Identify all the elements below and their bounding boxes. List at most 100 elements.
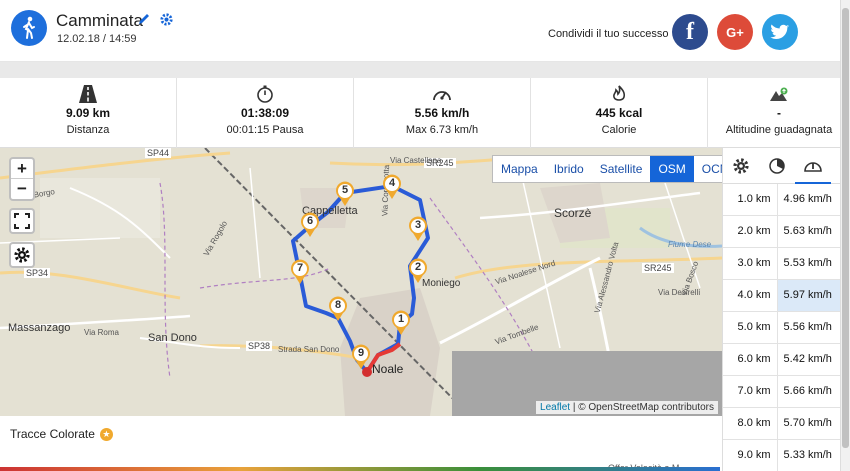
layer-ibrido[interactable]: Ibrido	[546, 156, 592, 182]
km-marker-5[interactable]: 5	[334, 181, 356, 212]
twitter-share-button[interactable]	[762, 14, 798, 50]
marker-number: 6	[306, 215, 314, 227]
split-speed: 5.70 km/h	[776, 408, 840, 439]
marker-number: 8	[334, 299, 342, 311]
split-km: 6.0 km	[737, 353, 771, 365]
split-speed: 5.63 km/h	[776, 216, 840, 247]
layer-ocm[interactable]: OCM	[694, 156, 722, 182]
activity-date: 12.02.18 / 14:59	[57, 33, 137, 45]
split-km: 1.0 km	[737, 193, 771, 205]
km-marker-3[interactable]: 3	[407, 216, 429, 247]
splits-tabs	[723, 148, 840, 184]
km-marker-2[interactable]: 2	[407, 258, 429, 289]
table-row: 8.0 km 5.70 km/h	[723, 408, 840, 440]
tab-speed[interactable]	[795, 148, 831, 184]
table-row: 1.0 km 4.96 km/h	[723, 184, 840, 216]
place-label: SP34	[24, 268, 51, 278]
km-marker-7[interactable]: 7	[289, 259, 311, 290]
km-marker-9[interactable]: 9	[350, 344, 372, 375]
scrollbar-thumb[interactable]	[842, 8, 849, 448]
stat-value: 5.56 km/h	[414, 106, 470, 120]
km-marker-8[interactable]: 8	[327, 296, 349, 327]
map-settings-button[interactable]	[9, 242, 35, 268]
stat-value: 445 kcal	[595, 106, 643, 120]
table-row: 2.0 km 5.63 km/h	[723, 216, 840, 248]
layer-mappa[interactable]: Mappa	[493, 156, 546, 182]
gear-icon	[733, 158, 749, 174]
table-row: 6.0 km 5.42 km/h	[723, 344, 840, 376]
marker-number: 3	[414, 219, 422, 231]
split-km: 5.0 km	[737, 321, 771, 333]
speedometer-icon	[433, 91, 451, 101]
split-speed: 5.66 km/h	[776, 376, 840, 407]
stat-label: Altitudine guadagnata	[725, 124, 833, 136]
marker-number: 4	[388, 177, 396, 189]
fullscreen-icon	[14, 213, 30, 229]
road-icon	[79, 85, 97, 103]
place-label: Via Castellana	[390, 156, 442, 165]
km-marker-1[interactable]: 1	[390, 310, 412, 341]
marker-number: 9	[357, 347, 365, 359]
speed-color-bar	[0, 467, 720, 471]
split-km: 7.0 km	[737, 385, 771, 397]
stopwatch-icon	[257, 85, 273, 103]
table-row: 5.0 km 5.56 km/h	[723, 312, 840, 344]
stat-duration: 01:38:09 00:01:15 Pausa	[177, 78, 354, 148]
split-km: 3.0 km	[737, 257, 771, 269]
place-label: SP38	[246, 341, 273, 351]
gear-icon	[14, 247, 30, 263]
gear-icon[interactable]	[159, 12, 174, 27]
split-speed: 5.97 km/h	[776, 280, 840, 311]
table-row: 9.0 km 5.33 km/h	[723, 440, 840, 471]
split-km: 4.0 km	[737, 289, 771, 301]
stat-label: Calorie	[601, 124, 637, 136]
pencil-icon[interactable]	[137, 12, 151, 26]
split-speed: 5.42 km/h	[776, 344, 840, 375]
stat-calories: 445 kcal Calorie	[531, 78, 708, 148]
layer-osm[interactable]: OSM	[650, 156, 694, 182]
split-km: 8.0 km	[737, 417, 771, 429]
marker-number: 7	[296, 262, 304, 274]
speedometer-icon	[804, 162, 822, 172]
page-scrollbar[interactable]	[840, 0, 850, 471]
km-marker-6[interactable]: 6	[299, 212, 321, 243]
activity-title: Camminata	[56, 11, 143, 30]
table-row: 4.0 km 5.97 km/h	[723, 280, 840, 312]
place-label: San Dono	[148, 332, 197, 344]
split-speed: 5.56 km/h	[776, 312, 840, 343]
split-speed: 4.96 km/h	[776, 184, 840, 215]
colored-tracks-toggle[interactable]: Tracce Colorate ★	[10, 427, 113, 441]
route-map[interactable]: SP44 SR245 Via Castellana Cappelletta Sc…	[0, 148, 722, 416]
stats-bar: 9.09 km Distanza 01:38:09 00:01:15 Pausa…	[0, 78, 850, 148]
zoom-in-button[interactable]: +	[11, 159, 33, 179]
leaflet-link[interactable]: Leaflet	[540, 402, 570, 413]
layer-satellite[interactable]: Satellite	[592, 156, 651, 182]
zoom-out-button[interactable]: −	[11, 179, 33, 199]
split-speed: 5.53 km/h	[776, 248, 840, 279]
layer-switcher: Mappa Ibrido Satellite OSM OCM	[492, 155, 722, 183]
stat-value: -	[777, 106, 781, 120]
place-label: Scorzè	[554, 206, 592, 220]
tab-settings[interactable]	[723, 148, 759, 184]
tab-pace[interactable]	[759, 148, 795, 184]
pie-timer-icon	[769, 158, 785, 174]
mountain-icon	[770, 87, 788, 101]
google-plus-share-button[interactable]: G+	[717, 14, 753, 50]
stat-elevation: - Altitudine guadagnata	[708, 78, 850, 148]
place-label: Massanzago	[8, 322, 71, 334]
split-km: 2.0 km	[737, 225, 771, 237]
place-label: Strada San Dono	[278, 345, 340, 354]
place-label: Fiume Dese	[668, 240, 712, 249]
place-label: Noale	[372, 362, 404, 376]
fullscreen-button[interactable]	[9, 208, 35, 234]
star-icon: ★	[99, 427, 113, 441]
osm-attribution: © OpenStreetMap contributors	[578, 402, 714, 413]
marker-number: 2	[414, 261, 422, 273]
stat-label: Max 6.73 km/h	[405, 124, 479, 136]
app-frame: Camminata 12.02.18 / 14:59 Condividi il …	[0, 0, 850, 471]
place-label: Via Roma	[84, 328, 119, 337]
split-speed: 5.33 km/h	[776, 440, 840, 471]
km-marker-4[interactable]: 4	[381, 174, 403, 205]
flame-icon	[613, 85, 626, 101]
facebook-share-button[interactable]: f	[672, 14, 708, 50]
